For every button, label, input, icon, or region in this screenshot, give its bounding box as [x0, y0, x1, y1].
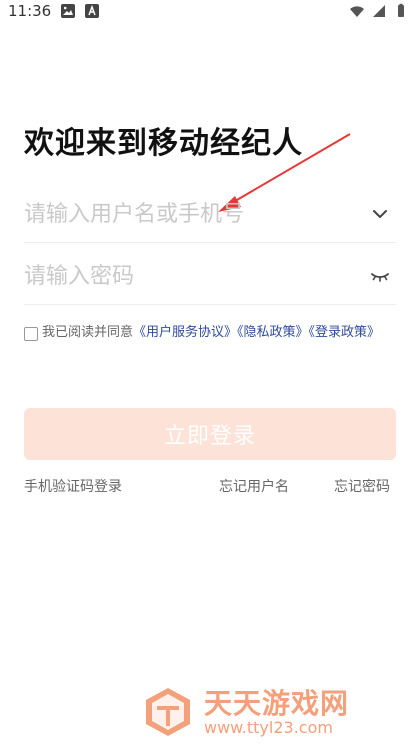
app-notification-icon — [85, 4, 99, 18]
chevron-down-icon[interactable] — [370, 204, 390, 224]
agreement-text: 我已阅读并同意《用户服务协议》《隐私政策》《登录政策》 — [24, 322, 396, 344]
login-button[interactable]: 立即登录 — [24, 408, 396, 460]
page-title: 欢迎来到移动经纪人 — [24, 126, 303, 161]
watermark-title: 天天游戏网 — [204, 687, 350, 720]
password-field[interactable] — [24, 248, 396, 305]
eye-closed-icon[interactable] — [370, 266, 390, 286]
password-input[interactable] — [24, 248, 354, 304]
link-login-policy[interactable]: 《登录政策》 — [309, 325, 381, 340]
signal-icon — [373, 5, 385, 17]
sms-login-link[interactable]: 手机验证码登录 — [24, 476, 122, 496]
watermark-url: www.ttyl23.com — [204, 718, 333, 737]
link-privacy-policy[interactable]: 《隐私政策》 — [237, 325, 309, 340]
watermark: 天天游戏网 www.ttyl23.com — [142, 680, 404, 740]
watermark-logo-icon — [146, 688, 190, 736]
agreement-prefix: 我已阅读并同意 — [42, 325, 134, 340]
agreement-row: 我已阅读并同意《用户服务协议》《隐私政策》《登录政策》 — [24, 322, 396, 344]
username-field[interactable] — [24, 186, 396, 243]
status-bar: 11:36 — [0, 0, 417, 24]
forgot-password-link[interactable]: 忘记密码 — [334, 476, 390, 496]
forgot-username-link[interactable]: 忘记用户名 — [219, 476, 289, 496]
link-user-service-agreement[interactable]: 《用户服务协议》 — [133, 325, 237, 340]
username-input[interactable] — [24, 186, 354, 242]
battery-icon — [398, 3, 404, 17]
image-notification-icon — [61, 4, 75, 18]
login-screen: 11:36 欢迎来到移动经纪人 请输入用户名或手机号 我已阅读并同意《用户服务协… — [0, 0, 417, 750]
agreement-checkbox[interactable] — [24, 327, 38, 341]
wifi-icon — [350, 6, 364, 17]
status-right-icons — [349, 3, 409, 19]
status-time: 11:36 — [8, 2, 52, 20]
